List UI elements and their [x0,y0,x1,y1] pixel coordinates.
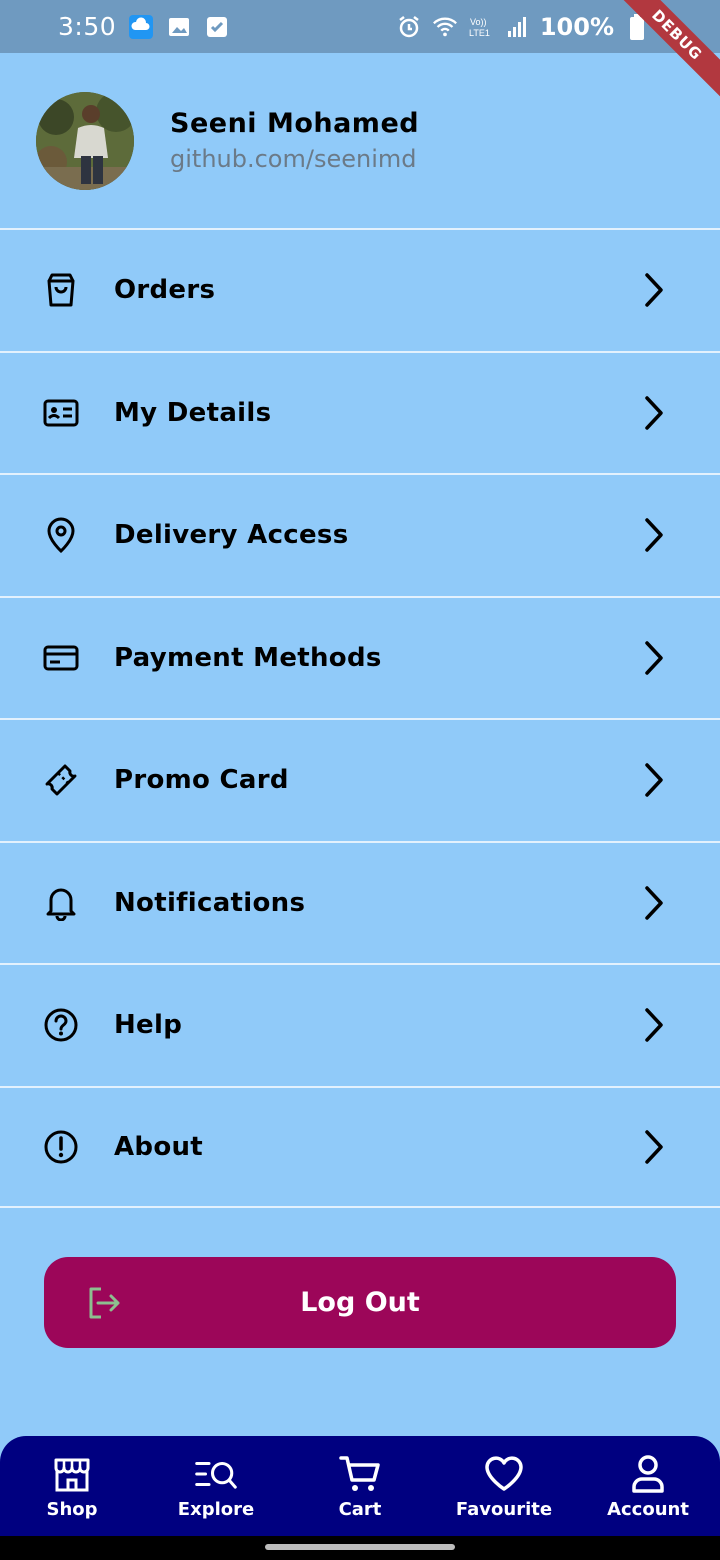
menu-item-my-details[interactable]: My Details [0,350,720,474]
status-time: 3:50 [58,12,117,41]
shopping-bag-icon [42,271,80,309]
gesture-handle[interactable] [265,1544,455,1550]
nav-label: Explore [177,1498,255,1520]
bell-icon [42,884,80,922]
menu-item-label: Promo Card [114,765,289,796]
svg-text:Vo)): Vo)) [470,17,487,27]
signal-icon [504,14,530,40]
profile-name: Seeni Mohamed [170,108,420,139]
volte-icon: Vo)) LTE1 [468,14,494,40]
avatar[interactable] [36,91,134,190]
nav-item-favourite[interactable]: Favourite [432,1453,576,1520]
menu-item-orders[interactable]: Orders [0,228,720,351]
profile-handle[interactable]: github.com/seenimd [170,145,419,173]
nav-item-explore[interactable]: Explore [144,1453,288,1520]
status-left: 3:50 [58,12,230,41]
wifi-icon [432,14,458,40]
info-circle-icon [42,1128,80,1166]
logout-label: Log Out [300,1287,420,1318]
checkbox-icon [204,14,230,40]
nav-item-shop[interactable]: Shop [0,1453,144,1520]
profile-header[interactable]: Seeni Mohamed github.com/seenimd [0,53,720,228]
status-bar: 3:50 Vo)) LTE1 100% [0,0,720,53]
menu-item-notifications[interactable]: Notifications [0,840,720,964]
logout-icon [89,1287,120,1318]
nav-item-account[interactable]: Account [576,1453,720,1520]
user-icon [627,1453,669,1495]
chevron-right-icon [645,1130,663,1164]
chevron-right-icon [645,396,663,430]
menu-item-help[interactable]: Help [0,963,720,1086]
cloud-upload-icon [128,14,154,40]
bottom-navigation: Shop Explore Cart Favourite Account [0,1436,720,1536]
cart-icon [339,1453,381,1495]
status-right: Vo)) LTE1 100% [396,13,650,41]
chevron-right-icon [645,273,663,307]
credit-card-icon [42,639,80,677]
id-card-icon [42,394,80,432]
gallery-icon [166,14,192,40]
menu-item-label: Delivery Access [114,520,349,551]
location-pin-icon [42,516,80,554]
logout-button[interactable]: Log Out [44,1257,676,1348]
profile-text: Seeni Mohamed github.com/seenimd [170,108,419,173]
chevron-right-icon [645,641,663,675]
alarm-icon [396,14,422,40]
menu-item-label: Notifications [114,887,306,918]
menu-item-label: About [114,1131,204,1162]
account-menu: Orders My Details Delivery Access Paymen… [0,228,720,1208]
battery-level: 100% [539,12,614,41]
chevron-right-icon [645,1008,663,1042]
ticket-icon [42,761,80,799]
heart-icon [483,1453,525,1495]
menu-item-label: Help [114,1010,183,1041]
nav-item-cart[interactable]: Cart [288,1453,432,1520]
svg-text:LTE1: LTE1 [469,28,490,38]
chevron-right-icon [645,886,663,920]
store-icon [51,1453,93,1495]
system-gesture-bar [0,1536,720,1560]
menu-item-label: My Details [114,397,272,428]
nav-label: Shop [46,1498,98,1520]
menu-item-label: Orders [114,275,216,306]
menu-item-promo-card[interactable]: Promo Card [0,718,720,841]
nav-label: Cart [338,1498,382,1520]
menu-item-label: Payment Methods [114,642,382,673]
menu-item-about[interactable]: About [0,1085,720,1208]
menu-item-payment-methods[interactable]: Payment Methods [0,595,720,719]
question-circle-icon [42,1006,80,1044]
menu-item-delivery-access[interactable]: Delivery Access [0,473,720,596]
chevron-right-icon [645,763,663,797]
nav-label: Favourite [455,1498,553,1520]
nav-label: Account [607,1498,689,1520]
explore-search-icon [195,1453,237,1495]
chevron-right-icon [645,518,663,552]
